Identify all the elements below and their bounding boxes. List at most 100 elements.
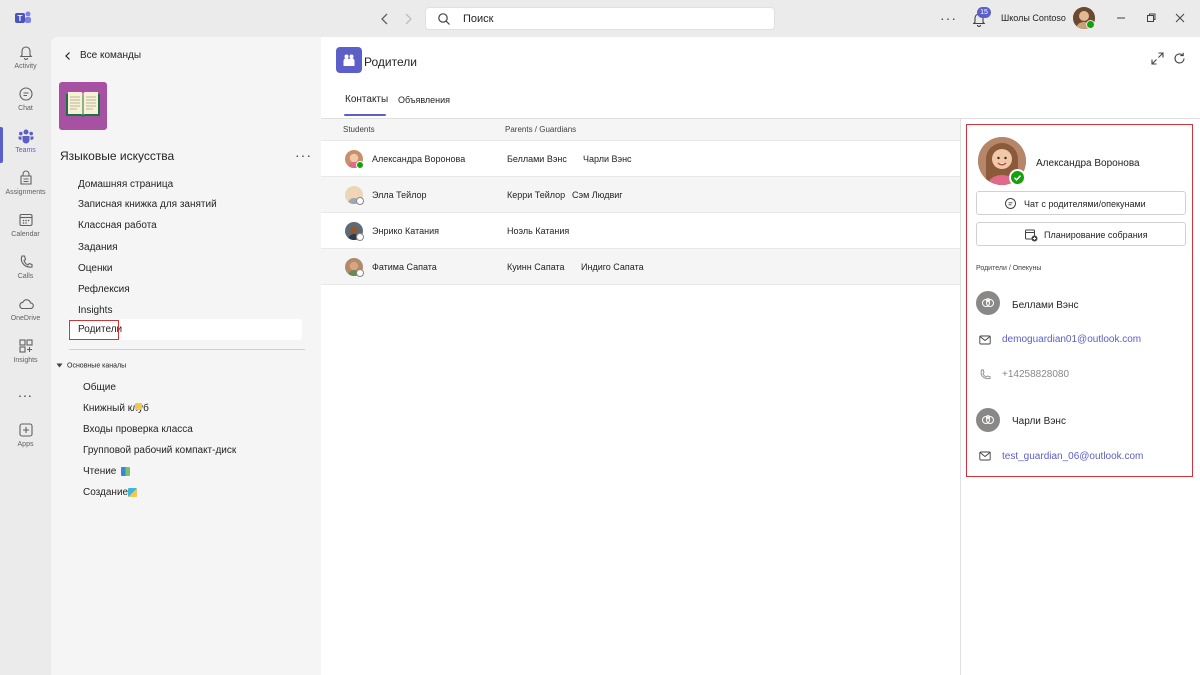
parents-app-icon xyxy=(336,47,362,73)
presence-available-icon xyxy=(1086,20,1095,29)
rail-item-insights[interactable]: Insights xyxy=(0,337,51,379)
channel-group-workspace[interactable]: Групповой рабочий компакт-диск xyxy=(83,445,236,456)
rail-item-chat[interactable]: Chat xyxy=(0,85,51,127)
team-tab-reflect[interactable]: Рефлексия xyxy=(78,284,130,300)
rail-label: Teams xyxy=(15,147,36,154)
channel-general[interactable]: Общие xyxy=(83,382,116,393)
student-detail-panel: Александра Воронова Чат с родителями/опе… xyxy=(966,124,1193,477)
tab-announcements[interactable]: Объявления xyxy=(398,95,450,105)
open-book-icon xyxy=(66,92,100,118)
rail-item-apps[interactable]: Apps xyxy=(0,421,51,463)
assignments-icon xyxy=(19,170,32,185)
rail-item-assignments[interactable]: Assignments xyxy=(0,169,51,211)
team-tab-assignments[interactable]: Задания xyxy=(78,242,118,258)
minimize-icon[interactable] xyxy=(1113,10,1129,26)
active-indicator xyxy=(0,127,3,163)
schedule-meeting-button[interactable]: Планирование собрания xyxy=(976,222,1186,246)
channel-creation[interactable]: Создание xyxy=(83,487,138,498)
team-more-options-button[interactable]: ··· xyxy=(295,147,312,163)
palette-emoji-icon xyxy=(128,487,138,497)
presence-available-icon xyxy=(1009,169,1026,186)
rail-item-teams[interactable]: Teams xyxy=(0,127,51,169)
back-arrow-icon[interactable] xyxy=(375,9,395,29)
rail-item-calls[interactable]: Calls xyxy=(0,253,51,295)
team-tab-home[interactable]: Домашняя страница xyxy=(78,179,173,195)
team-tab-class-notebook[interactable]: Записная книжка для занятий xyxy=(78,199,217,215)
chat-with-guardians-button[interactable]: Чат с родителями/опекунами xyxy=(976,191,1186,215)
caret-down-icon xyxy=(56,363,63,368)
people-icon xyxy=(982,298,994,307)
channel-label: Чтение xyxy=(83,466,117,477)
team-tab-classwork[interactable]: Классная работа xyxy=(78,220,157,236)
parent-name: Индиго Сапата xyxy=(581,262,644,272)
button-label: Планирование собрания xyxy=(1044,230,1148,240)
bell-icon xyxy=(19,46,32,60)
channel-label: Групповой рабочий компакт-диск xyxy=(83,445,237,456)
student-name: Фатима Сапата xyxy=(372,262,437,272)
search-placeholder: Поиск xyxy=(463,13,494,25)
parent-name: Чарли Вэнс xyxy=(583,154,632,164)
rail-label: Apps xyxy=(17,441,34,448)
channels-header[interactable]: Основные каналы xyxy=(56,362,126,369)
apps-icon xyxy=(18,423,33,437)
table-row[interactable]: Энрико Катания Ноэль Катания xyxy=(321,213,960,249)
rail-item-activity[interactable]: Activity xyxy=(0,43,51,85)
more-icon: ... xyxy=(18,384,33,400)
parent-name: Керри Тейлор xyxy=(507,190,566,200)
divider xyxy=(69,349,305,350)
guardian-email-link[interactable]: demoguardian01@outlook.com xyxy=(1002,334,1141,345)
rail-item-onedrive[interactable]: OneDrive xyxy=(0,295,51,337)
close-icon[interactable] xyxy=(1172,10,1188,26)
student-name: Александра Воронова xyxy=(372,154,466,164)
mail-icon xyxy=(979,335,991,345)
button-label: Чат с родителями/опекунами xyxy=(1024,199,1146,209)
guardian-email-link[interactable]: test_guardian_06@outlook.com xyxy=(1002,451,1143,462)
contacts-table: Students Parents / Guardians Александра … xyxy=(321,119,960,675)
table-row[interactable]: Александра Воронова Беллами Вэнс Чарли В… xyxy=(321,141,960,177)
cloud-icon xyxy=(18,299,34,310)
presence-available-icon xyxy=(356,161,364,169)
channel-label: Создание xyxy=(83,487,129,498)
rail-item-calendar[interactable]: Calendar xyxy=(0,211,51,253)
insights-icon xyxy=(18,339,33,353)
refresh-icon[interactable] xyxy=(1173,52,1186,65)
channel-reading[interactable]: Чтение xyxy=(83,466,131,477)
forward-arrow-icon[interactable] xyxy=(398,9,418,29)
student-name: Александра Воронова xyxy=(1036,158,1140,169)
channel-class-check-ins[interactable]: Входы проверка класса xyxy=(83,424,193,435)
channel-label: Общие xyxy=(83,382,116,393)
search-input[interactable]: Поиск xyxy=(425,7,775,30)
channel-book-club[interactable]: Книжный клуб xyxy=(83,403,149,414)
parent-name: Сэм Людвиг xyxy=(572,190,623,200)
chevron-left-icon xyxy=(65,52,70,60)
student-name: Элла Тейлор xyxy=(372,190,427,200)
table-row[interactable]: Элла Тейлор Керри Тейлор Сэм Людвиг xyxy=(321,177,960,213)
expand-icon[interactable] xyxy=(1151,52,1164,65)
rail-label: Calendar xyxy=(11,231,40,238)
rail-label: Calls xyxy=(17,273,34,280)
parent-name: Ноэль Катания xyxy=(507,226,570,236)
notifications-badge: 15 xyxy=(977,7,991,18)
team-name: Языковые искусства xyxy=(60,149,175,163)
back-label: Все команды xyxy=(80,50,142,61)
org-name[interactable]: Школы Contoso xyxy=(1001,13,1066,23)
team-panel: Все команды Языковые искусства ··· Домаш… xyxy=(51,37,321,675)
guardian-phone[interactable]: +14258828080 xyxy=(1002,369,1069,380)
rail-label: Insights xyxy=(13,357,38,364)
phone-icon xyxy=(980,369,991,380)
parent-name: Куинн Сапата xyxy=(507,262,565,272)
rail-item-more[interactable]: ... xyxy=(0,384,51,426)
team-avatar xyxy=(59,82,107,130)
guardians-section-label: Родители / Опекуны xyxy=(976,265,1042,272)
team-tab-grades[interactable]: Оценки xyxy=(78,263,112,279)
table-row[interactable]: Фатима Сапата Куинн Сапата Индиго Сапата xyxy=(321,249,960,285)
phone-icon xyxy=(20,255,33,268)
presence-offline-icon xyxy=(356,197,364,205)
restore-icon[interactable] xyxy=(1143,10,1159,26)
more-options-button[interactable]: ··· xyxy=(940,10,957,26)
people-icon xyxy=(982,415,994,424)
tab-contacts[interactable]: Контакты xyxy=(345,94,388,105)
presence-offline-icon xyxy=(356,233,364,241)
search-icon xyxy=(438,13,450,25)
app-rail: Activity Chat Teams Assignments Calendar… xyxy=(0,37,51,675)
